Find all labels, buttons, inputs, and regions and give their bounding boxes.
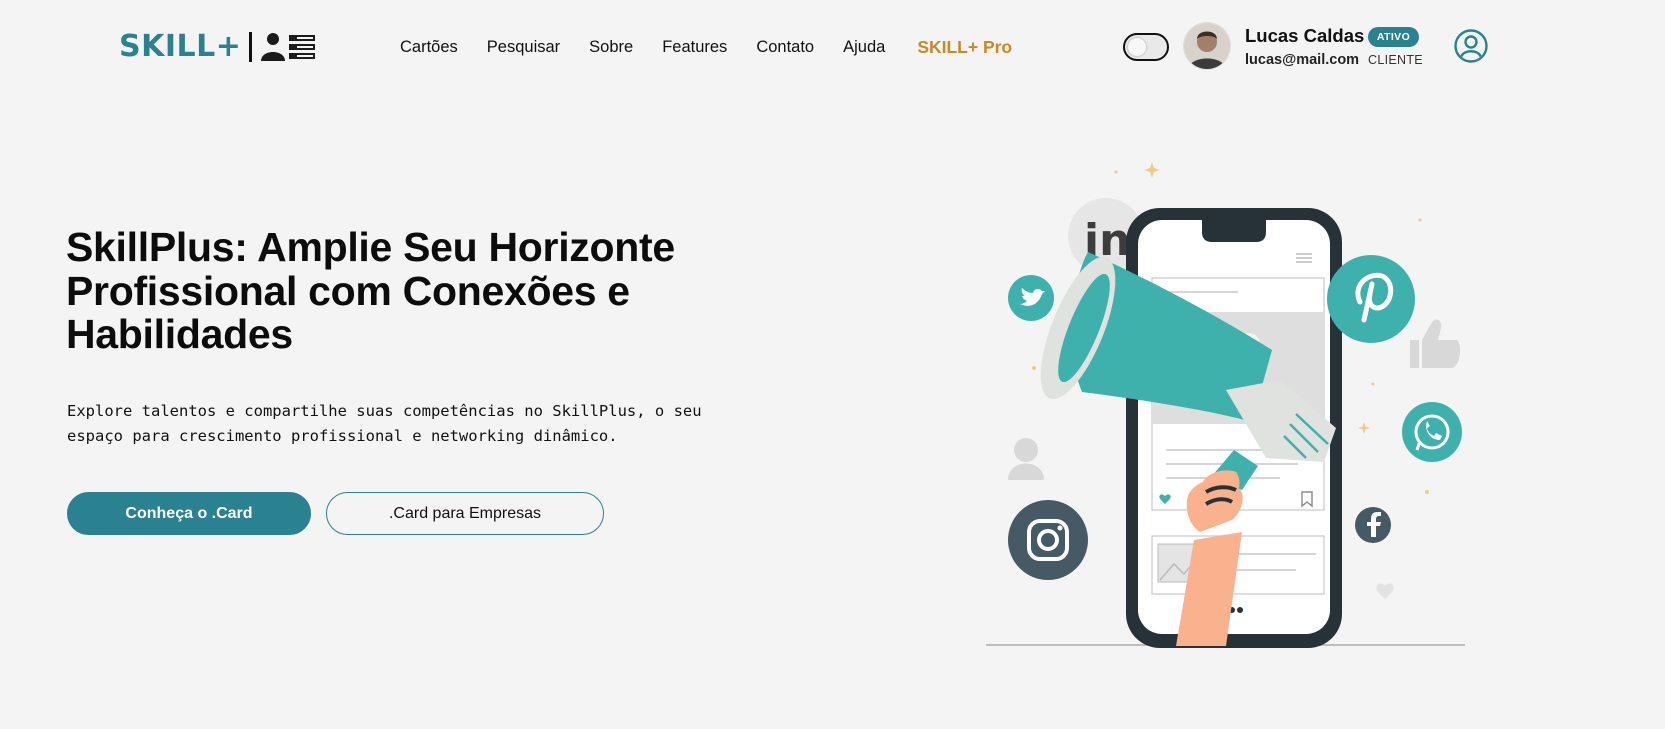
brand-logo[interactable]: SKILL+ (119, 30, 316, 64)
brand-name: SKILL+ (119, 29, 242, 64)
hero-illustration: in (980, 160, 1470, 650)
logo-divider (249, 32, 253, 62)
user-name: Lucas Caldas (1245, 25, 1365, 46)
people-list-icon (260, 32, 316, 62)
whatsapp-icon (1402, 402, 1462, 462)
thumbs-up-icon (1410, 319, 1461, 368)
top-header: SKILL+ Cartões Pesquisar Sobre Features … (0, 0, 1665, 96)
user-email: lucas@mail.com (1245, 52, 1360, 68)
nav-item-sobre[interactable]: Sobre (589, 36, 633, 58)
main-nav: Cartões Pesquisar Sobre Features Contato… (400, 36, 1012, 58)
nav-item-features[interactable]: Features (662, 36, 727, 58)
user-circle-icon[interactable] (1454, 29, 1488, 63)
pinterest-icon (1327, 255, 1415, 343)
nav-item-ajuda[interactable]: Ajuda (843, 36, 885, 58)
nav-item-pro[interactable]: SKILL+ Pro (917, 36, 1012, 58)
nav-item-contato[interactable]: Contato (756, 36, 814, 58)
user-role: CLIENTE (1368, 53, 1423, 67)
heart-decoration (1376, 583, 1394, 599)
instagram-icon (1008, 500, 1088, 580)
twitter-icon (1008, 275, 1054, 321)
hero-description: Explore talentos e compartilhe suas comp… (67, 402, 702, 445)
card-for-companies-button[interactable]: .Card para Empresas (326, 492, 604, 535)
status-badge: ATIVO (1368, 27, 1419, 47)
theme-toggle[interactable] (1123, 33, 1169, 61)
nav-item-cartoes[interactable]: Cartões (400, 36, 458, 58)
hero-title: SkillPlus: Amplie Seu Horizonte Profissi… (66, 224, 675, 357)
person-silhouette (1008, 438, 1044, 480)
facebook-icon (1355, 507, 1391, 543)
avatar[interactable] (1184, 23, 1230, 69)
nav-item-pesquisar[interactable]: Pesquisar (487, 36, 560, 58)
avatar-photo (1184, 23, 1230, 69)
toggle-knob (1128, 38, 1146, 56)
know-card-button[interactable]: Conheça o .Card (67, 492, 311, 535)
